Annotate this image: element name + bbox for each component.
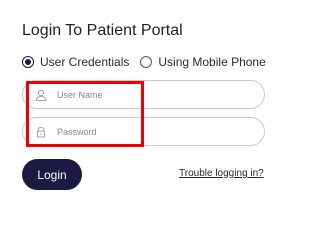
radio-unselected-indicator[interactable] [140,56,153,68]
user-icon [33,87,49,103]
login-method-group: User Credentials Using Mobile Phone [22,55,266,69]
page-title: Login To Patient Portal [22,22,183,39]
login-page: Login To Patient Portal User Credentials… [0,0,300,232]
lock-icon [33,124,49,140]
password-field[interactable] [22,117,265,146]
radio-mobile-phone[interactable]: Using Mobile Phone [140,55,266,69]
trouble-logging-in-link[interactable]: Trouble logging in? [179,168,264,179]
login-button[interactable]: Login [22,159,82,190]
password-input[interactable] [57,126,237,137]
radio-mobile-phone-label: Using Mobile Phone [158,55,266,69]
radio-user-credentials-label: User Credentials [40,55,130,69]
radio-user-credentials[interactable]: User Credentials [22,55,129,69]
username-input[interactable] [57,89,237,100]
radio-selected-indicator[interactable] [22,56,34,68]
username-field[interactable] [22,80,265,109]
